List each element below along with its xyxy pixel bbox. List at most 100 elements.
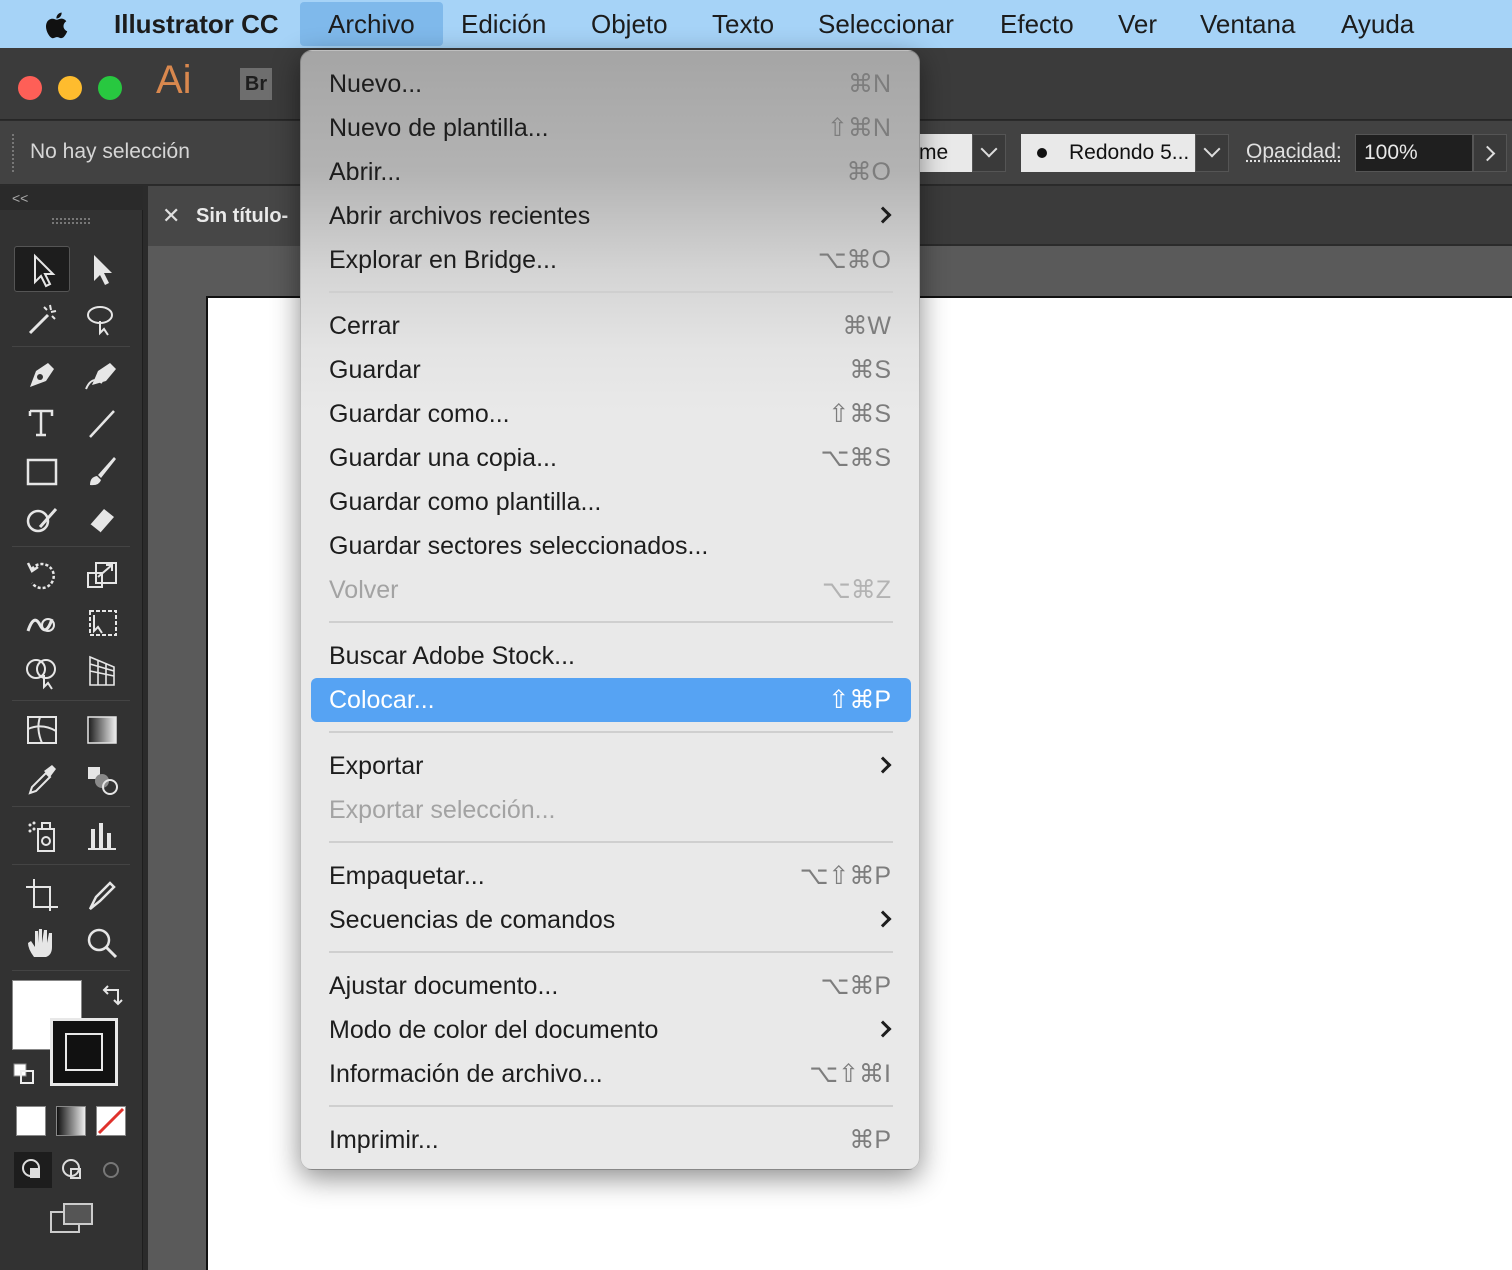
- shaper-tool[interactable]: [14, 496, 70, 542]
- brush-definition-value: Redondo 5...: [1069, 141, 1190, 164]
- mesh-tool[interactable]: [14, 706, 70, 752]
- warp-tool-icon: [26, 618, 55, 632]
- menu-item-label: Guardar sectores seleccionados...: [329, 532, 709, 560]
- stroke-color-swatch[interactable]: [50, 1018, 118, 1086]
- menubar-objeto[interactable]: Objeto: [591, 0, 668, 48]
- menu-item-nuevo[interactable]: Nuevo... ⌘N: [311, 62, 911, 106]
- menubar-archivo[interactable]: Archivo: [300, 2, 443, 46]
- menu-item-exportar[interactable]: Exportar: [311, 744, 911, 788]
- warp-tool[interactable]: [14, 600, 70, 646]
- menu-item-cerrar[interactable]: Cerrar ⌘W: [311, 304, 911, 348]
- profile-dropdown-button[interactable]: [972, 134, 1006, 172]
- bridge-button[interactable]: Br: [240, 68, 272, 100]
- chevron-down-icon: [1203, 140, 1221, 158]
- zoom-window-button[interactable]: [98, 76, 122, 100]
- close-window-button[interactable]: [18, 76, 42, 100]
- column-graph-tool[interactable]: [74, 812, 130, 858]
- menu-item-buscar-adobe-stock[interactable]: Buscar Adobe Stock...: [311, 634, 911, 678]
- tools-collapse-button[interactable]: <<: [0, 186, 143, 210]
- menu-item-informacion-de-archivo[interactable]: Información de archivo... ⌥⇧⌘I: [311, 1052, 911, 1096]
- menubar-texto[interactable]: Texto: [712, 0, 774, 48]
- brush-dropdown-button[interactable]: [1195, 134, 1229, 172]
- menu-item-guardar-como[interactable]: Guardar como... ⇧⌘S: [311, 392, 911, 436]
- opacity-input[interactable]: 100%: [1355, 134, 1473, 172]
- artboard-tool[interactable]: [14, 872, 70, 918]
- menu-item-abrir[interactable]: Abrir... ⌘O: [311, 150, 911, 194]
- menu-item-guardar[interactable]: Guardar ⌘S: [311, 348, 911, 392]
- document-title[interactable]: Sin título-: [196, 205, 288, 228]
- menu-item-imprimir[interactable]: Imprimir... ⌘P: [311, 1118, 911, 1162]
- selection-tool[interactable]: [14, 246, 70, 292]
- color-mode-button[interactable]: [16, 1106, 46, 1136]
- gradient-mode-button[interactable]: [56, 1106, 86, 1136]
- opacity-label[interactable]: Opacidad:: [1246, 140, 1342, 164]
- zoom-tool[interactable]: [74, 920, 130, 966]
- menu-item-label: Colocar...: [329, 686, 435, 714]
- hand-tool[interactable]: [14, 920, 70, 966]
- eyedropper-tool[interactable]: [14, 756, 70, 802]
- drawing-modes-icon[interactable]: [14, 1152, 130, 1188]
- menu-item-empaquetar[interactable]: Empaquetar... ⌥⇧⌘P: [311, 854, 911, 898]
- perspective-grid-tool[interactable]: [74, 648, 130, 694]
- menu-item-guardar-como-plantilla[interactable]: Guardar como plantilla...: [311, 480, 911, 524]
- none-mode-button[interactable]: [96, 1106, 126, 1136]
- swap-fill-stroke-icon[interactable]: [100, 982, 126, 1008]
- magic-wand-tool[interactable]: [14, 296, 70, 342]
- menu-item-shortcut: ⌘P: [849, 1126, 891, 1154]
- menu-item-label: Exportar: [329, 752, 424, 780]
- menu-separator: [329, 951, 893, 953]
- slice-tool[interactable]: [74, 872, 130, 918]
- scale-tool[interactable]: [74, 552, 130, 598]
- menu-item-ajustar-documento[interactable]: Ajustar documento... ⌥⌘P: [311, 964, 911, 1008]
- blend-tool[interactable]: [74, 756, 130, 802]
- menu-item-guardar-una-copia[interactable]: Guardar una copia... ⌥⌘S: [311, 436, 911, 480]
- menu-item-secuencias-de-comandos[interactable]: Secuencias de comandos: [311, 898, 911, 942]
- free-transform-tool[interactable]: [74, 600, 130, 646]
- gradient-tool[interactable]: [74, 706, 130, 752]
- close-document-icon[interactable]: ✕: [162, 203, 180, 229]
- rotate-tool-icon: [26, 562, 55, 590]
- menu-item-guardar-sectores-seleccionados[interactable]: Guardar sectores seleccionados...: [311, 524, 911, 568]
- pen-tool[interactable]: [14, 352, 70, 398]
- menu-item-nuevo-de-plantilla[interactable]: Nuevo de plantilla... ⇧⌘N: [311, 106, 911, 150]
- menu-item-abrir-archivos-recientes[interactable]: Abrir archivos recientes: [311, 194, 911, 238]
- tools-panel-grip[interactable]: [52, 218, 90, 224]
- brush-definition-field[interactable]: Redondo 5...: [1021, 134, 1195, 172]
- menu-item-label: Guardar: [329, 356, 421, 384]
- apple-logo-icon[interactable]: [40, 8, 74, 42]
- menu-item-explorar-en-bridge[interactable]: Explorar en Bridge... ⌥⌘O: [311, 238, 911, 282]
- default-fill-stroke-icon[interactable]: [12, 1062, 36, 1086]
- rectangle-tool[interactable]: [14, 448, 70, 494]
- lasso-tool[interactable]: [74, 296, 130, 342]
- line-segment-tool[interactable]: [74, 400, 130, 446]
- shape-builder-tool-icon: [26, 659, 56, 690]
- menu-item-label: Imprimir...: [329, 1126, 439, 1154]
- menubar-seleccionar[interactable]: Seleccionar: [818, 0, 954, 48]
- rotate-tool[interactable]: [14, 552, 70, 598]
- menu-item-shortcut: ⌥⌘Z: [821, 576, 891, 604]
- eraser-tool[interactable]: [74, 496, 130, 542]
- menu-item-colocar[interactable]: Colocar... ⇧⌘P: [311, 678, 911, 722]
- menu-item-label: Nuevo de plantilla...: [329, 114, 549, 142]
- opacity-slider-button[interactable]: [1473, 134, 1507, 172]
- direct-selection-tool[interactable]: [74, 246, 130, 292]
- minimize-window-button[interactable]: [58, 76, 82, 100]
- submenu-chevron-icon: [874, 910, 892, 928]
- menubar-efecto[interactable]: Efecto: [1000, 0, 1074, 48]
- menu-item-modo-de-color-del-documento[interactable]: Modo de color del documento: [311, 1008, 911, 1052]
- symbol-sprayer-tool[interactable]: [14, 812, 70, 858]
- menubar-edicion[interactable]: Edición: [461, 0, 546, 48]
- paintbrush-tool[interactable]: [74, 448, 130, 494]
- menubar-ventana[interactable]: Ventana: [1200, 0, 1295, 48]
- menu-item-shortcut: ⌥⌘O: [817, 246, 891, 274]
- gradient-tool-icon: [87, 716, 117, 744]
- menubar-app-name[interactable]: Illustrator CC: [114, 0, 279, 48]
- curvature-tool[interactable]: [74, 352, 130, 398]
- shape-builder-tool[interactable]: [14, 648, 70, 694]
- control-bar-grip[interactable]: [12, 134, 15, 172]
- menubar-ver[interactable]: Ver: [1118, 0, 1157, 48]
- submenu-chevron-icon: [874, 1020, 892, 1038]
- type-tool[interactable]: [14, 400, 70, 446]
- menubar-ayuda[interactable]: Ayuda: [1341, 0, 1414, 48]
- change-screen-mode-icon[interactable]: [50, 1202, 94, 1236]
